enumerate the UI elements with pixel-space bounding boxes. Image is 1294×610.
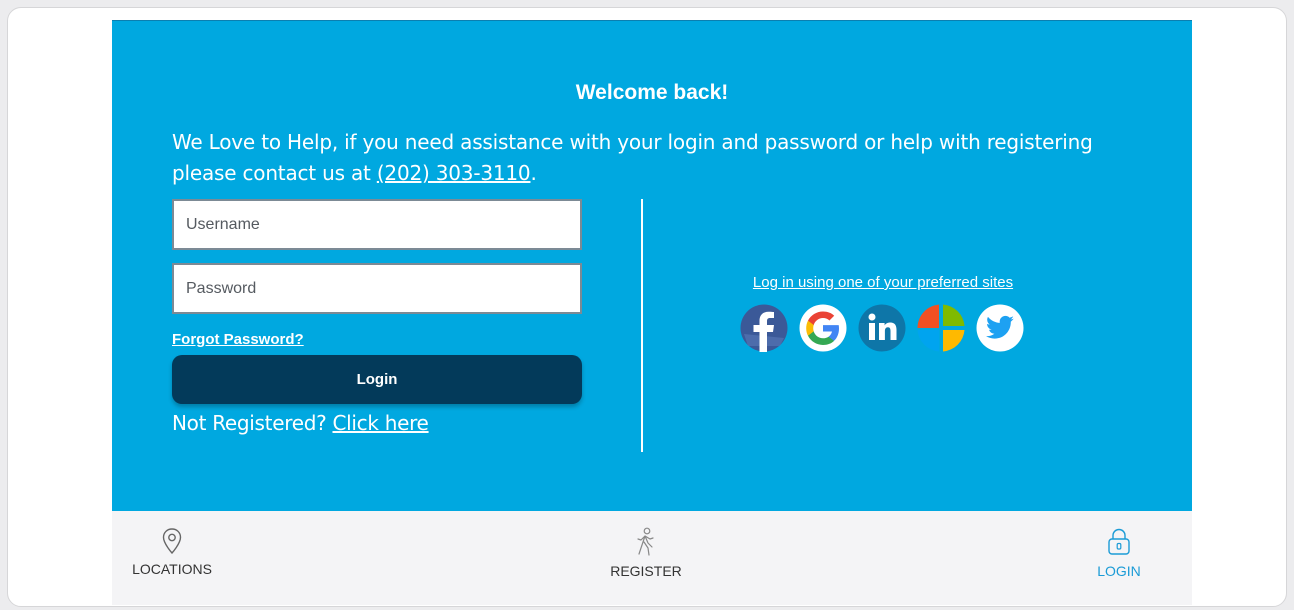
nav-locations-label: LOCATIONS: [132, 561, 212, 577]
click-here-link[interactable]: Click here: [332, 411, 428, 435]
location-pin-icon: [162, 528, 182, 555]
app-frame: Welcome back! We Love to Help, if you ne…: [7, 7, 1287, 607]
microsoft-icon[interactable]: [917, 304, 965, 352]
not-registered-text: Not Registered?: [172, 411, 333, 435]
login-panel: Welcome back! We Love to Help, if you ne…: [112, 20, 1192, 511]
help-suffix: .: [530, 161, 537, 185]
phone-link[interactable]: (202) 303-3110: [377, 161, 531, 185]
nav-locations[interactable]: LOCATIONS: [132, 527, 212, 577]
divider: [641, 199, 643, 452]
nav-register-label: REGISTER: [610, 563, 682, 579]
login-button[interactable]: Login: [172, 355, 582, 404]
google-icon[interactable]: [799, 304, 847, 352]
social-login-link[interactable]: Log in using one of your preferred sites: [643, 274, 1123, 291]
page-title: Welcome back!: [575, 81, 729, 104]
password-input[interactable]: [172, 263, 582, 314]
social-login-icons: [740, 304, 1024, 352]
facebook-icon[interactable]: [740, 304, 788, 352]
nav-login[interactable]: LOGIN: [1089, 527, 1149, 579]
nav-register[interactable]: REGISTER: [606, 527, 686, 579]
nav-login-label: LOGIN: [1097, 563, 1141, 579]
linkedin-icon[interactable]: [858, 304, 906, 352]
register-prompt: Not Registered? Click here: [172, 411, 429, 435]
walking-person-icon: [637, 527, 654, 556]
help-message: We Love to Help, if you need assistance …: [172, 130, 1093, 185]
username-input[interactable]: [172, 199, 582, 250]
bottom-nav: LOCATIONS REGISTER LOGIN: [112, 511, 1192, 605]
twitter-icon[interactable]: [976, 304, 1024, 352]
help-text: We Love to Help, if you need assistance …: [172, 127, 1132, 189]
lock-icon: [1108, 528, 1130, 555]
forgot-password-link[interactable]: Forgot Password?: [172, 331, 304, 348]
